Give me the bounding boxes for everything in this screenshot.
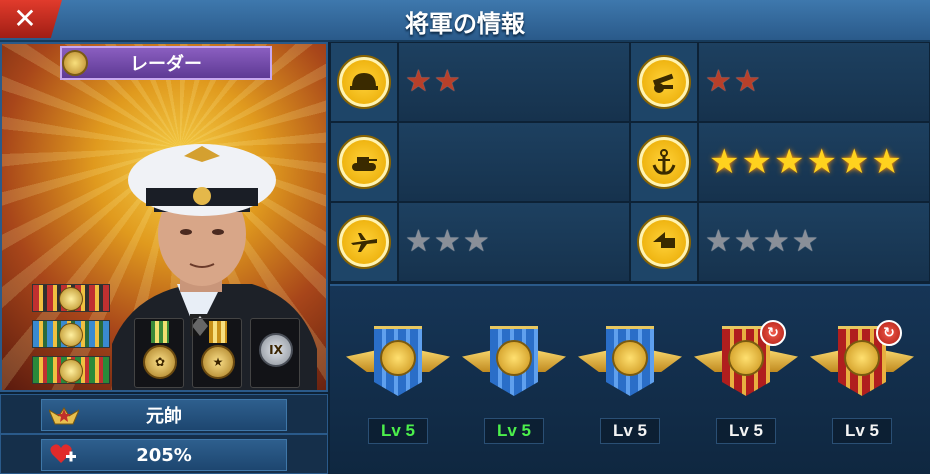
top-bar: ✕ 将軍の情報 — [0, 0, 930, 42]
medal-strap — [209, 321, 227, 343]
category-cell-missile[interactable] — [630, 202, 698, 282]
navy-anchor-icon[interactable] — [639, 137, 689, 187]
category-cell-artillery[interactable] — [630, 42, 698, 122]
star-icon: ★ — [705, 224, 732, 259]
skill-level: Lv 5 — [832, 418, 892, 444]
ribbon-medal-3 — [32, 356, 110, 384]
medal-strap — [151, 321, 169, 343]
skill-slot-4[interactable]: ↻ Lv 5 — [694, 320, 798, 446]
medal-slot-3[interactable]: IX — [250, 318, 300, 388]
star-icon: ★ — [806, 142, 837, 182]
ribbon-medal-1 — [32, 284, 110, 312]
tank-icon[interactable] — [339, 137, 389, 187]
general-portrait-panel: レーダー ✿ ★ IX — [0, 42, 328, 392]
stat-row: 205% — [0, 434, 328, 474]
star-icon: ★ — [705, 64, 732, 99]
category-cell-tank[interactable] — [330, 122, 398, 202]
category-cell-navy[interactable] — [630, 122, 698, 202]
skill-slot-2[interactable]: Lv 5 — [462, 326, 566, 446]
star-icon: ★ — [733, 64, 761, 99]
rank-insignia-icon — [49, 403, 79, 427]
target-skill-icon — [612, 340, 648, 376]
category-stars-tank — [398, 122, 630, 202]
skill-level: Lv 5 — [716, 418, 776, 444]
navy-ship-skill-icon — [380, 340, 416, 376]
ship-medal-icon: IX — [259, 333, 293, 367]
category-cell-airforce[interactable] — [330, 202, 398, 282]
eagle-skill-icon — [844, 340, 880, 376]
anchor-emblem-icon — [59, 323, 83, 347]
star-icon: ★ — [709, 142, 740, 182]
star-icon: ★ — [405, 64, 432, 99]
skill-slot-1[interactable]: Lv 5 — [346, 326, 450, 446]
skill-level: Lv 5 — [368, 418, 428, 444]
star-icon: ★ — [733, 224, 761, 259]
skill-level: Lv 5 — [484, 418, 544, 444]
skill-slot-3[interactable]: Lv 5 — [578, 326, 682, 446]
anchor-emblem-icon — [59, 287, 83, 311]
category-stars-artillery: ★ ★ — [698, 42, 930, 122]
ribbon-medal-2 — [32, 320, 110, 348]
star-medal-icon: ★ — [201, 345, 235, 379]
page-title: 将軍の情報 — [405, 10, 525, 38]
category-stars-airforce: ★ ★ ★ — [398, 202, 630, 282]
medal-slot-2[interactable]: ★ — [192, 318, 242, 388]
anchor-emblem-icon — [59, 359, 83, 383]
skill-level: Lv 5 — [600, 418, 660, 444]
stat-value: 205% — [136, 444, 192, 466]
general-name-banner: レーダー — [60, 46, 272, 80]
star-icon: ★ — [773, 142, 805, 182]
star-icon: ★ — [433, 64, 461, 99]
medal-slot-1[interactable]: ✿ — [134, 318, 184, 388]
category-stars-infantry: ★ ★ — [398, 42, 630, 122]
submarine-skill-icon — [496, 340, 532, 376]
star-icon: ★ — [405, 224, 432, 259]
name-badge-icon — [62, 50, 88, 76]
wreath-medal-icon: ✿ — [143, 345, 177, 379]
infantry-helmet-icon[interactable] — [339, 57, 389, 107]
category-stars-navy: ★ ★ ★ ★ ★ ★ — [698, 122, 930, 202]
refresh-icon[interactable]: ↻ — [876, 320, 902, 346]
category-cell-infantry[interactable] — [330, 42, 398, 122]
general-name: レーダー — [130, 54, 202, 75]
command-skill-icon — [728, 340, 764, 376]
star-icon: ★ — [838, 142, 870, 182]
star-icon: ★ — [433, 224, 461, 259]
health-plus-icon — [49, 443, 79, 467]
rank-value: 元帥 — [146, 406, 182, 427]
missile-icon[interactable] — [639, 217, 689, 267]
star-icon: ★ — [462, 224, 490, 259]
skills-panel: Lv 5 Lv 5 Lv 5 ↻ Lv 5 ↻ Lv 5 — [330, 284, 930, 474]
star-icon: ★ — [791, 224, 819, 259]
medal-numeral: IX — [269, 343, 283, 357]
star-icon: ★ — [762, 224, 790, 259]
category-stars-grid: ★ ★ ★ ★ ★ ★ ★ ★ ★ ★ ★ ★ ★ ★ ★ ★ ★ — [330, 42, 930, 282]
rank-row: 元帥 — [0, 394, 328, 434]
star-icon: ★ — [871, 142, 902, 182]
category-stars-missile: ★ ★ ★ ★ — [698, 202, 930, 282]
refresh-icon[interactable]: ↻ — [760, 320, 786, 346]
airforce-plane-icon[interactable] — [339, 217, 389, 267]
star-icon: ★ — [741, 142, 772, 182]
artillery-cannon-icon[interactable] — [639, 57, 689, 107]
skill-slot-5[interactable]: ↻ Lv 5 — [810, 320, 914, 446]
